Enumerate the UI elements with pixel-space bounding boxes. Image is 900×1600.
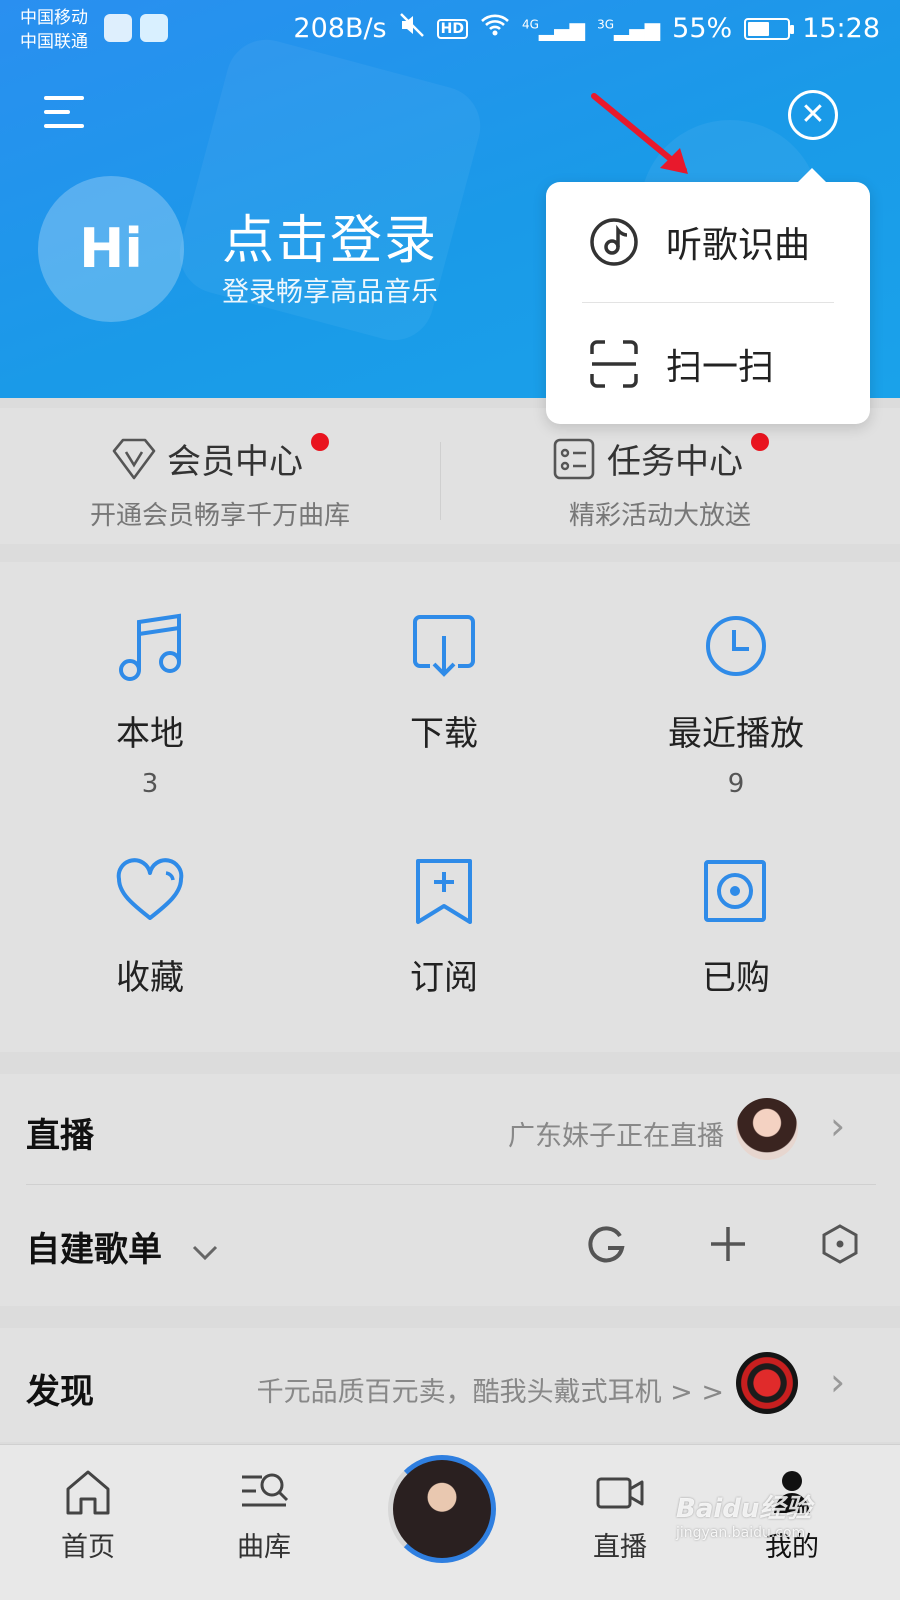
clock-icon	[706, 616, 766, 676]
nav-label: 首页	[61, 1532, 115, 1563]
music-note-icon	[119, 613, 181, 681]
nav-library[interactable]: 曲库	[204, 1467, 324, 1564]
feature-grid: 本地 3 下载 最近播放 9 收藏 订阅 已购	[0, 562, 900, 1052]
grid-count: 9	[727, 769, 745, 799]
signal-3g: 3G▂▄▆	[597, 16, 661, 41]
task-list-icon	[553, 438, 595, 479]
now-playing-disc[interactable]	[388, 1455, 496, 1563]
status-bar: 中国移动 中国联通 208B/s HD 4G▂▄▆ 3G▂▄▆ 55% 15:2…	[0, 0, 900, 62]
signal-4g: 4G▂▄▆	[521, 16, 586, 41]
mute-icon	[399, 12, 425, 45]
grid-label: 下载	[410, 714, 478, 754]
discover-section[interactable]: 发现 千元品质百元卖，酷我头戴式耳机 > > ›	[0, 1328, 900, 1442]
nav-label: 曲库	[237, 1532, 291, 1563]
popup-item-label: 听歌识曲	[666, 225, 811, 266]
grid-label: 收藏	[116, 958, 184, 998]
chevron-right-icon: ›	[830, 1104, 846, 1148]
annotation-arrow-icon	[591, 93, 688, 174]
grid-item-recent[interactable]: 最近播放 9	[586, 612, 886, 799]
grid-item-favorite[interactable]: 收藏	[0, 856, 300, 999]
net-4g-label: 4G	[521, 16, 539, 31]
playlist-row: 自建歌单	[0, 1184, 900, 1306]
grid-label: 订阅	[410, 958, 478, 998]
task-center-subtitle: 精彩活动大放送	[568, 501, 751, 531]
chevron-down-icon[interactable]	[188, 1235, 222, 1269]
battery-fill	[748, 21, 770, 36]
live-playlist-section: 直播 广东妹子正在直播 › 自建歌单	[0, 1074, 900, 1306]
add-playlist-icon[interactable]	[706, 1222, 750, 1266]
login-subtitle: 登录畅享高品音乐	[222, 277, 438, 308]
grid-item-subscribe[interactable]: 订阅	[294, 856, 594, 999]
carrier-2: 中国联通	[20, 32, 88, 52]
notification-app-icon	[104, 14, 132, 42]
music-recognize-icon	[590, 218, 638, 266]
live-title: 直播	[26, 1116, 94, 1156]
net-3g-label: 3G	[597, 16, 615, 31]
grid-label: 本地	[116, 714, 184, 754]
close-icon[interactable]: ✕	[788, 90, 838, 140]
popup-menu: 听歌识曲 扫一扫	[546, 168, 870, 424]
purchased-icon	[704, 860, 766, 922]
notification-app-icon	[140, 14, 168, 42]
discover-note: 千元品质百元卖，酷我头戴式耳机 > >	[256, 1377, 724, 1408]
popup-item-scan[interactable]: 扫一扫	[546, 304, 870, 424]
refresh-g-icon[interactable]	[584, 1222, 628, 1266]
vip-task-row: 会员中心 开通会员畅享千万曲库 任务中心 精彩活动大放送	[0, 408, 900, 544]
popup-item-label: 扫一扫	[666, 347, 775, 388]
carrier-1: 中国移动	[20, 8, 88, 28]
task-center-title: 任务中心	[607, 442, 743, 482]
vip-diamond-icon	[112, 438, 156, 479]
home-icon	[66, 1470, 110, 1515]
hd-icon: HD	[436, 18, 468, 39]
nav-live[interactable]: 直播	[560, 1467, 680, 1564]
headphone-thumbnail	[736, 1352, 798, 1414]
clock: 15:28	[802, 13, 880, 44]
status-app-icons	[104, 14, 168, 42]
chevron-right-icon: ›	[830, 1360, 846, 1404]
carrier-info: 中国移动 中国联通	[20, 6, 88, 54]
grid-label: 最近播放	[668, 714, 804, 754]
divider	[582, 302, 834, 303]
live-row[interactable]: 直播 广东妹子正在直播 ›	[0, 1074, 900, 1184]
manage-hexagon-icon[interactable]	[818, 1222, 862, 1266]
grid-item-local[interactable]: 本地 3	[0, 612, 300, 799]
playlist-title[interactable]: 自建歌单	[26, 1222, 222, 1271]
watermark-url: jingyan.baidu.com	[676, 1525, 806, 1541]
scan-icon	[590, 340, 638, 388]
network-speed: 208B/s	[293, 13, 387, 44]
live-note: 广东妹子正在直播	[508, 1121, 724, 1152]
heart-icon	[116, 858, 184, 920]
popup-item-recognize[interactable]: 听歌识曲	[546, 182, 870, 302]
download-icon	[413, 615, 475, 677]
menu-icon[interactable]	[44, 96, 84, 132]
live-host-avatar	[736, 1098, 798, 1160]
grid-item-purchased[interactable]: 已购	[586, 856, 886, 999]
video-camera-icon	[596, 1477, 644, 1509]
watermark-text: Baidu经验	[676, 1494, 812, 1524]
grid-count: 3	[141, 769, 159, 799]
vip-center-title: 会员中心	[167, 442, 303, 482]
library-search-icon	[242, 1473, 289, 1507]
grid-label: 已购	[702, 958, 770, 998]
vip-center-subtitle: 开通会员畅享千万曲库	[89, 501, 350, 531]
watermark: Baidu经验 jingyan.baidu.com	[676, 1488, 811, 1541]
nav-label: 直播	[593, 1532, 647, 1563]
avatar[interactable]: Hi	[38, 176, 184, 322]
playlist-title-text: 自建歌单	[26, 1230, 162, 1270]
discover-title: 发现	[26, 1372, 94, 1412]
task-center[interactable]: 任务中心 精彩活动大放送	[440, 408, 880, 544]
grid-item-download[interactable]: 下载	[294, 612, 594, 755]
subscribe-icon	[416, 859, 472, 924]
battery-percent: 55%	[672, 13, 733, 44]
notification-dot	[751, 432, 769, 451]
nav-home[interactable]: 首页	[28, 1467, 148, 1564]
status-right: 208B/s HD 4G▂▄▆ 3G▂▄▆ 55% 15:28	[293, 12, 880, 45]
wifi-icon	[480, 13, 510, 44]
notification-dot	[311, 432, 329, 451]
login-title[interactable]: 点击登录	[222, 198, 438, 273]
vip-center[interactable]: 会员中心 开通会员畅享千万曲库	[0, 408, 440, 544]
battery-icon	[744, 17, 795, 40]
